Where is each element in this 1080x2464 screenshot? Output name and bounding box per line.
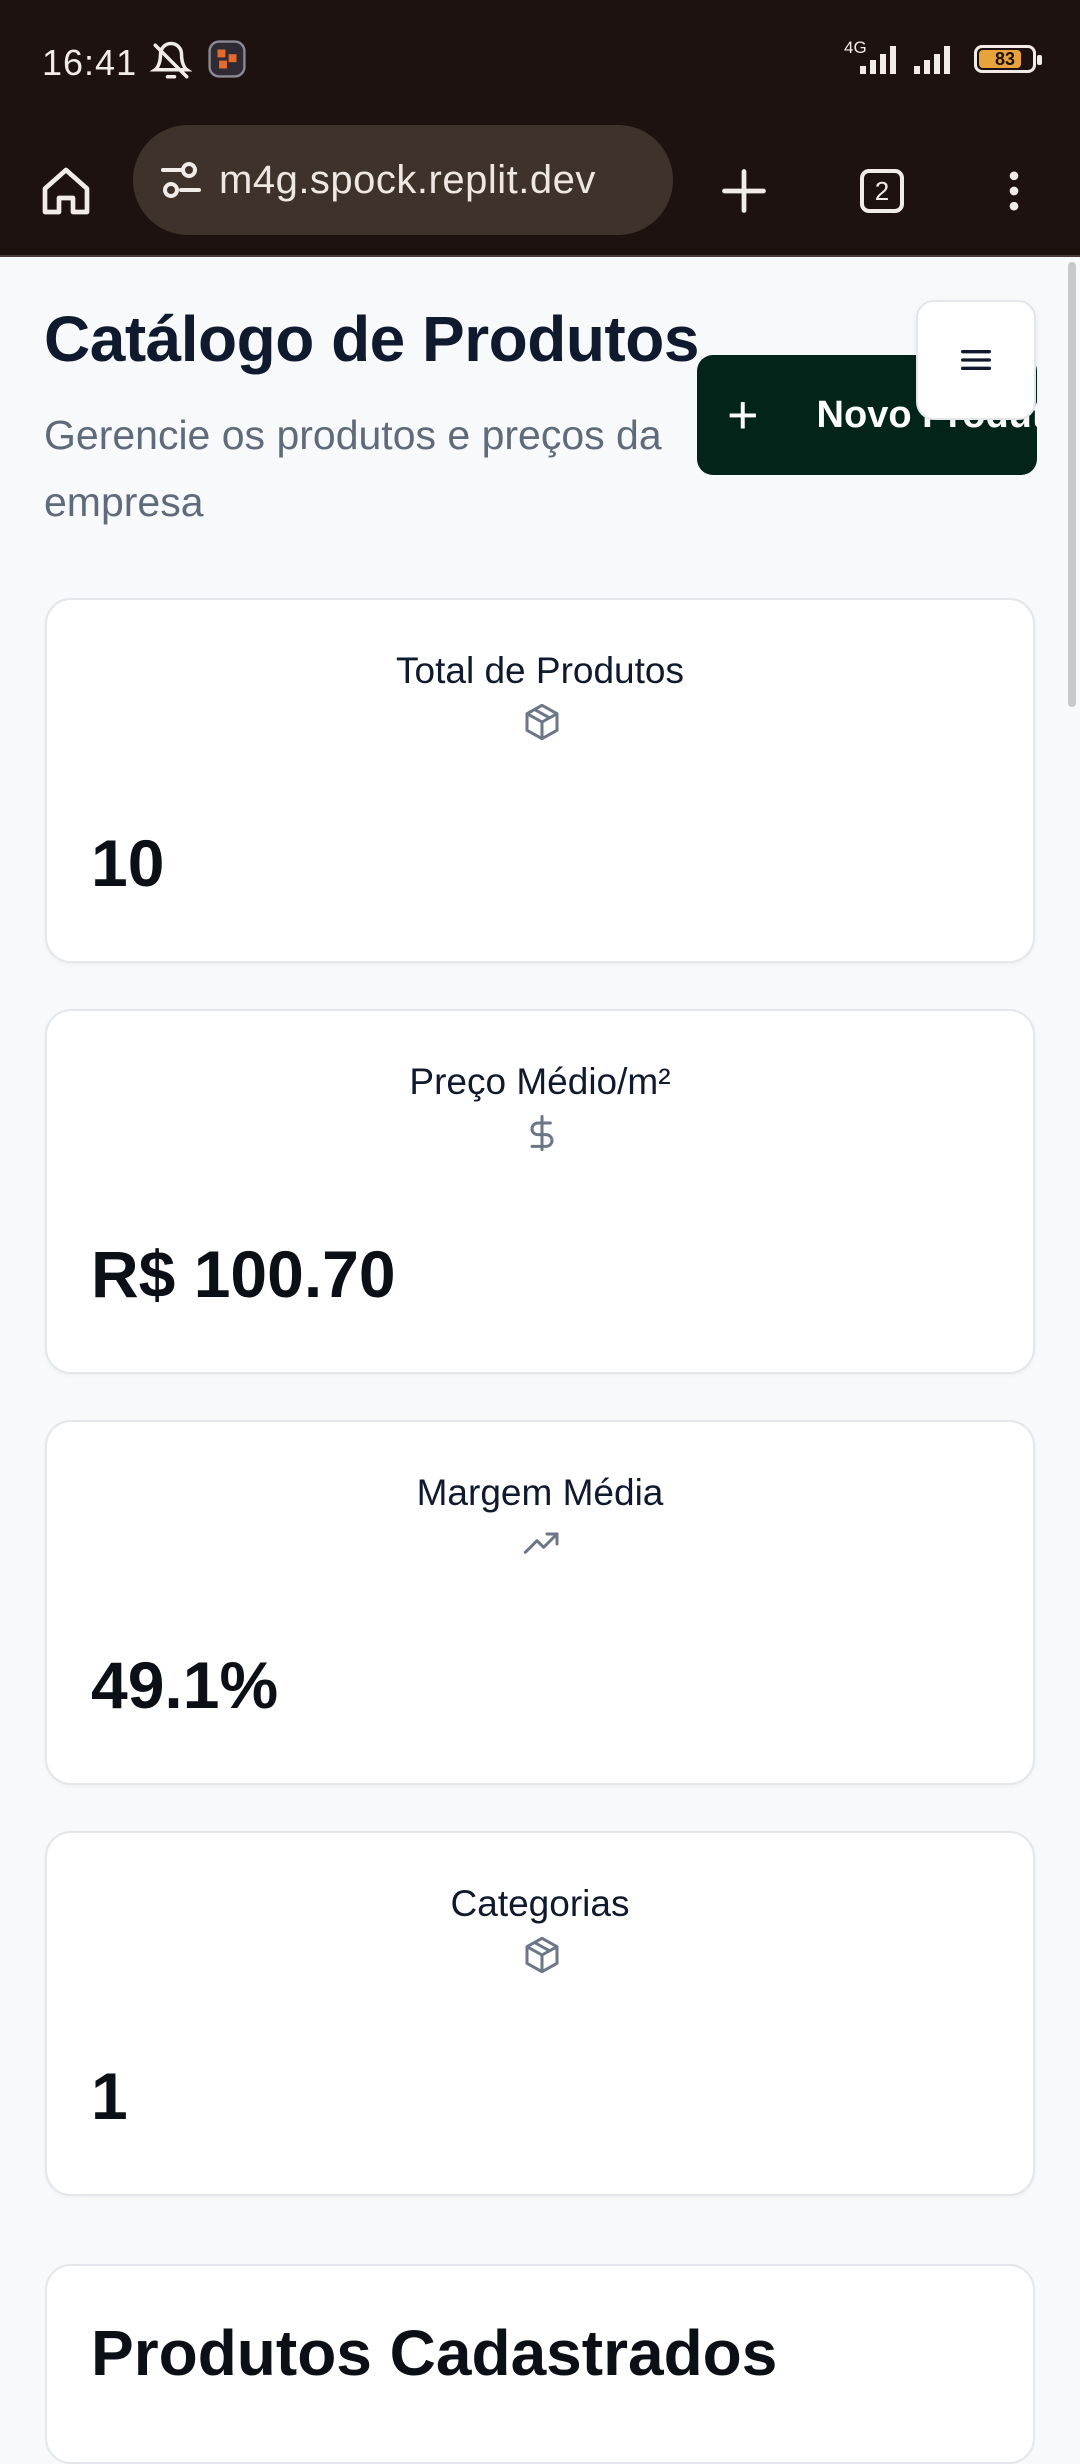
battery-icon: 83 <box>974 45 1042 73</box>
status-time: 16:41 <box>42 42 138 83</box>
page-scrollbar[interactable] <box>1068 262 1076 707</box>
section-title: Produtos Cadastrados <box>91 2317 778 2389</box>
stat-title: Preço Médio/m² <box>409 1061 671 1102</box>
status-bar: 16:41 4G 83 <box>0 0 1080 125</box>
home-button[interactable] <box>30 155 102 227</box>
alarm-off-icon <box>149 40 193 87</box>
products-list-card: Produtos Cadastrados <box>45 2264 1035 2464</box>
app-notification-icon <box>208 40 246 83</box>
tabs-button[interactable]: 2 <box>846 155 918 227</box>
home-icon <box>42 167 90 215</box>
plus-icon: + <box>727 385 759 445</box>
package-icon <box>525 703 559 741</box>
more-menu-button[interactable] <box>978 155 1050 227</box>
page-title: Catálogo de Produtos <box>44 303 699 375</box>
site-settings-icon[interactable] <box>157 156 205 204</box>
stat-card-categories: Categorias 1 <box>45 1831 1035 2196</box>
stat-title: Categorias <box>450 1883 630 1924</box>
stat-card-total-products: Total de Produtos 10 <box>45 598 1035 963</box>
stat-value: 10 <box>91 826 165 900</box>
tabs-icon: 2 <box>860 169 904 213</box>
menu-icon <box>961 350 991 370</box>
browser-toolbar: m4g.spock.replit.dev 2 <box>0 125 1080 257</box>
signal-icon: 4G <box>842 38 960 76</box>
battery-percent: 83 <box>994 48 1016 69</box>
stat-title: Total de Produtos <box>396 650 684 691</box>
new-tab-icon <box>722 169 766 213</box>
dollar-icon <box>530 1114 554 1152</box>
address-bar[interactable]: m4g.spock.replit.dev <box>133 125 673 235</box>
more-vert-icon <box>1009 171 1019 211</box>
stat-value: 1 <box>91 2059 128 2133</box>
package-icon <box>525 1936 559 1974</box>
hamburger-menu-button[interactable] <box>916 300 1036 420</box>
url-text[interactable]: m4g.spock.replit.dev <box>219 158 596 203</box>
new-tab-button[interactable] <box>708 155 780 227</box>
stat-value: 49.1% <box>91 1648 279 1722</box>
stat-card-avg-margin: Margem Média 49.1% <box>45 1420 1035 1785</box>
stat-value: R$ 100.70 <box>91 1237 396 1311</box>
trending-up-icon <box>523 1532 559 1554</box>
page-subtitle: Gerencie os produtos e preços da empresa <box>44 412 662 525</box>
stat-title: Margem Média <box>416 1472 664 1513</box>
stat-card-avg-price: Preço Médio/m² R$ 100.70 <box>45 1009 1035 1374</box>
